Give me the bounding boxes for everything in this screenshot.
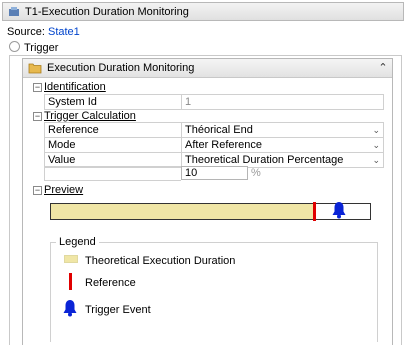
amount-row-label: [44, 166, 181, 181]
identification-toggle[interactable]: −: [33, 83, 42, 92]
trigger-radio[interactable]: [9, 41, 20, 52]
mode-label: Mode: [44, 137, 181, 153]
legend-duration-label: Theoretical Execution Duration: [85, 255, 236, 267]
source-link[interactable]: State1: [48, 26, 80, 38]
system-id-label: System Id: [44, 94, 181, 110]
dropdown-arrow-icon: ⌄: [372, 155, 380, 165]
app-icon: [9, 7, 19, 16]
legend-reference-marker: [69, 273, 72, 290]
identification-header: Identification: [44, 81, 106, 93]
duration-bar: [51, 204, 313, 219]
bell-icon: [63, 300, 77, 317]
collapse-up-icon[interactable]: ⌃: [376, 60, 390, 76]
amount-input[interactable]: 10: [181, 166, 248, 180]
mode-dropdown[interactable]: After Reference ⌄: [181, 137, 384, 153]
preview-header: Preview: [44, 184, 84, 196]
dropdown-arrow-icon: ⌄: [372, 125, 380, 135]
value-type: Theoretical Duration Percentage: [185, 154, 344, 166]
folder-icon: [28, 63, 42, 74]
legend-trigger-label: Trigger Event: [85, 304, 151, 316]
trigger-option[interactable]: Trigger: [9, 41, 58, 54]
reference-label: Reference: [44, 122, 181, 138]
reference-marker: [313, 202, 316, 221]
panel-header: Execution Duration Monitoring ⌃: [23, 59, 392, 78]
system-id-field: 1: [181, 94, 384, 110]
source-line: Source: State1: [7, 26, 80, 38]
reference-value: Théorical End: [185, 124, 253, 136]
amount-unit: %: [251, 167, 261, 179]
dropdown-arrow-icon: ⌄: [372, 140, 380, 150]
window-titlebar: T1-Execution Duration Monitoring: [2, 2, 404, 21]
legend-title: Legend: [56, 236, 99, 248]
bell-icon: [332, 202, 346, 219]
panel-title: Execution Duration Monitoring: [47, 62, 195, 74]
window-title: T1-Execution Duration Monitoring: [25, 6, 189, 18]
mode-value: After Reference: [185, 139, 263, 151]
trigger-calculation-toggle[interactable]: −: [33, 112, 42, 121]
reference-dropdown[interactable]: Théorical End ⌄: [181, 122, 384, 138]
preview-toggle[interactable]: −: [33, 186, 42, 195]
legend-duration-swatch: [64, 255, 78, 263]
trigger-label: Trigger: [24, 42, 59, 54]
source-label: Source:: [7, 26, 45, 38]
legend-reference-label: Reference: [85, 277, 136, 289]
trigger-calculation-header: Trigger Calculation: [44, 110, 136, 122]
